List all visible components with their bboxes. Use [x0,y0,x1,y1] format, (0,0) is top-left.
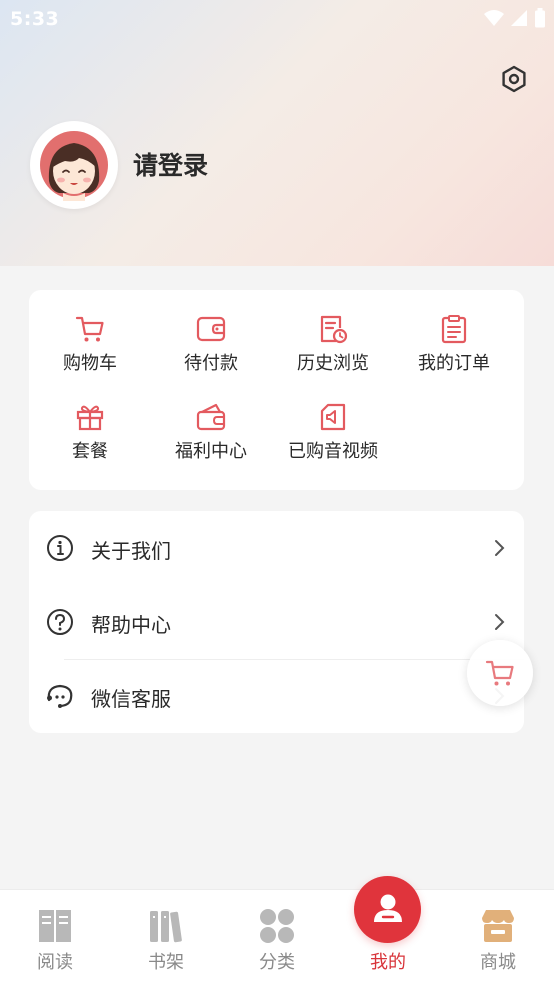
status-icons [484,8,546,28]
service-pending-payment[interactable]: 待付款 [150,314,272,396]
nav-label: 商城 [480,952,516,973]
login-prompt[interactable]: 请登录 [133,146,208,182]
menu-wechat-service[interactable]: 微信客服 [29,659,524,733]
menu-label: 帮助中心 [91,613,171,637]
coupon-icon [196,403,226,431]
help-icon [47,609,73,635]
service-label: 购物车 [63,353,117,374]
service-cart[interactable]: 购物车 [29,314,151,396]
service-label: 福利中心 [175,441,247,462]
category-icon [260,909,294,943]
girl-avatar-icon [40,131,108,201]
service-label: 待付款 [184,353,238,374]
bottom-nav: 阅读 书架 分类 我的 商城 [0,889,554,984]
service-label: 已购音视频 [288,441,378,462]
signal-icon [511,10,527,26]
nav-label: 我的 [370,952,406,973]
gift-icon [76,405,104,431]
cart-icon [485,660,514,686]
nav-label: 阅读 [37,952,73,973]
user-icon [374,894,402,922]
bookshelf-icon [150,911,182,943]
settings-icon[interactable] [499,64,529,94]
service-package[interactable]: 套餐 [29,402,151,484]
history-icon [320,315,348,344]
status-bar: 5:33 [0,0,554,38]
status-time: 5:33 [10,8,60,30]
nav-label: 分类 [259,952,295,973]
service-label: 套餐 [72,441,108,462]
service-history[interactable]: 历史浏览 [272,314,394,396]
service-orders[interactable]: 我的订单 [393,314,515,396]
services-card: 购物车 待付款 历史浏览 我的订单 套餐 福利中心 已购音视频 [29,290,524,490]
service-purchased-media[interactable]: 已购音视频 [272,402,394,484]
nav-read[interactable]: 阅读 [0,890,110,984]
cart-icon [75,316,104,342]
profile-header: 5:33 请登录 [0,0,554,266]
wallet-icon [196,316,226,342]
clipboard-icon [441,315,467,344]
service-label: 历史浏览 [297,353,369,374]
menu-about-us[interactable]: 关于我们 [29,511,524,585]
nav-store[interactable]: 商城 [443,890,553,984]
avatar[interactable] [30,121,118,209]
media-icon [320,403,346,431]
service-welfare[interactable]: 福利中心 [150,402,272,484]
info-icon [47,535,73,561]
menu-card: 关于我们 帮助中心 微信客服 [29,511,524,733]
floating-cart-button[interactable] [467,640,533,706]
menu-label: 关于我们 [91,539,171,563]
nav-bookshelf[interactable]: 书架 [111,890,221,984]
menu-help-center[interactable]: 帮助中心 [29,585,524,659]
chat-service-icon [47,684,73,708]
chevron-right-icon [495,540,505,556]
book-icon [39,910,71,942]
battery-icon [535,8,545,28]
store-icon [482,910,514,942]
wifi-icon [484,10,504,26]
service-label: 我的订单 [418,353,490,374]
nav-label: 书架 [148,952,184,973]
chevron-right-icon [495,614,505,630]
nav-category[interactable]: 分类 [222,890,332,984]
menu-label: 微信客服 [91,687,171,711]
nav-mine-active-button[interactable] [354,876,421,943]
